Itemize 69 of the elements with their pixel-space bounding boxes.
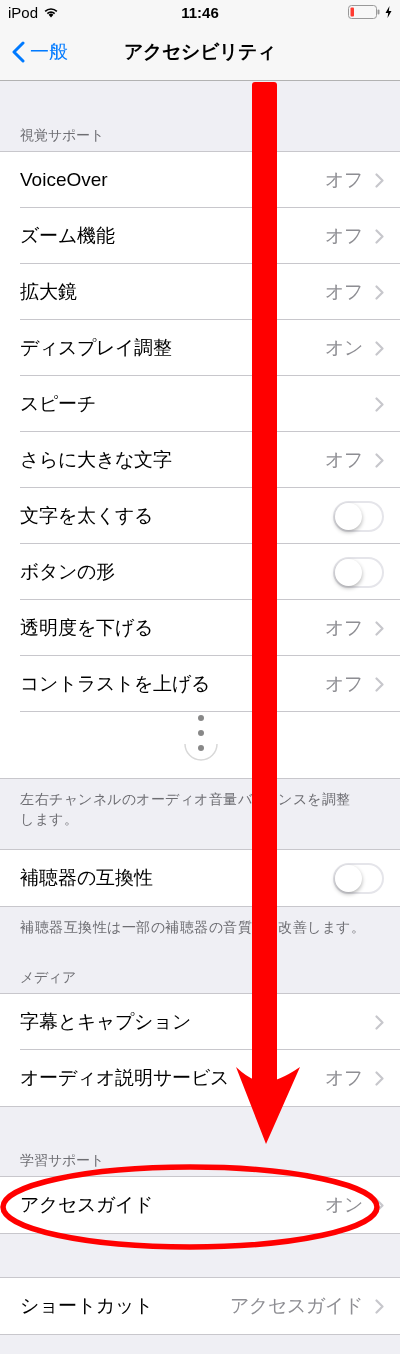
settings-row[interactable]: アクセスガイド オン: [0, 1177, 400, 1233]
settings-row[interactable]: ディスプレイ調整 オン: [0, 320, 400, 376]
chevron-icon: [375, 620, 384, 636]
row-label: オーディオ説明サービス: [20, 1066, 229, 1090]
footer-text: 左右チャンネルのオーディオ音量バ: [20, 790, 252, 809]
row-value: オフ: [325, 168, 363, 192]
row-label: 字幕とキャプション: [20, 1010, 191, 1034]
chevron-icon: [375, 1197, 384, 1213]
settings-row[interactable]: VoiceOver オフ: [0, 152, 400, 208]
wifi-icon: [43, 6, 60, 18]
settings-row[interactable]: 拡大鏡 オフ: [0, 264, 400, 320]
toggle-switch[interactable]: [333, 556, 384, 588]
row-label: 補聴器の互換性: [20, 866, 153, 890]
status-time: 11:46: [181, 3, 219, 21]
footer-text: ンスを調整: [278, 790, 351, 809]
settings-row[interactable]: 字幕とキャプション: [0, 994, 400, 1050]
settings-row[interactable]: ズーム機能 オフ: [0, 208, 400, 264]
charging-icon: [385, 6, 392, 18]
chevron-icon: [375, 228, 384, 244]
back-button[interactable]: 一般: [0, 39, 68, 65]
settings-row[interactable]: コントラストを上げる オフ: [0, 656, 400, 712]
row-label: 文字を太くする: [20, 504, 153, 528]
chevron-icon: [375, 676, 384, 692]
toggle-switch[interactable]: [333, 500, 384, 532]
row-label: 拡大鏡: [20, 280, 77, 304]
row-label: アクセスガイド: [20, 1193, 153, 1217]
chevron-icon: [375, 340, 384, 356]
toggle-switch[interactable]: [333, 862, 384, 894]
more-dots-icon: [184, 714, 218, 762]
chevron-icon: [375, 284, 384, 300]
chevron-icon: [375, 1014, 384, 1030]
settings-row[interactable]: オーディオ説明サービス オフ: [0, 1050, 400, 1106]
chevron-icon: [375, 396, 384, 412]
page-title: アクセシビリティ: [124, 40, 276, 64]
battery-icon: [348, 5, 380, 19]
settings-row[interactable]: 透明度を下げる オフ: [0, 600, 400, 656]
section-header: 視覚サポート: [19, 126, 105, 145]
chevron-icon: [375, 452, 384, 468]
settings-row[interactable]: さらに大きな文字 オフ: [0, 432, 400, 488]
row-label: スピーチ: [20, 392, 96, 416]
back-chevron-icon: [12, 41, 25, 63]
footer-text: 補聴器互換性は一部の補聴器の音質: [20, 918, 252, 937]
settings-row[interactable]: スピーチ: [0, 376, 400, 432]
row-value: オフ: [325, 672, 363, 696]
row-value: オフ: [325, 1066, 363, 1090]
row-label: ショートカット: [20, 1294, 153, 1318]
row-label: ズーム機能: [20, 224, 115, 248]
row-label: ボタンの形: [20, 560, 115, 584]
chevron-icon: [375, 1298, 384, 1314]
row-label: VoiceOver: [20, 169, 108, 191]
row-value: オン: [325, 336, 363, 360]
footer-text: します。: [20, 810, 78, 829]
row-value: オフ: [325, 224, 363, 248]
row-value: アクセスガイド: [230, 1294, 363, 1318]
section-header: メディア: [19, 968, 77, 987]
row-label: コントラストを上げる: [20, 672, 210, 696]
section-header: 学習サポート: [19, 1151, 105, 1170]
row-value: オフ: [325, 616, 363, 640]
row-value: オフ: [325, 280, 363, 304]
carrier-name: iPod: [8, 3, 39, 21]
settings-row[interactable]: ショートカット アクセスガイド: [0, 1278, 400, 1334]
chevron-icon: [375, 172, 384, 188]
row-label: ディスプレイ調整: [20, 336, 172, 360]
footer-text: 改善します。: [278, 918, 365, 937]
chevron-icon: [375, 1070, 384, 1086]
row-value: オン: [325, 1193, 363, 1217]
row-value: オフ: [325, 448, 363, 472]
row-label: 透明度を下げる: [20, 616, 153, 640]
row-label: さらに大きな文字: [20, 448, 172, 472]
